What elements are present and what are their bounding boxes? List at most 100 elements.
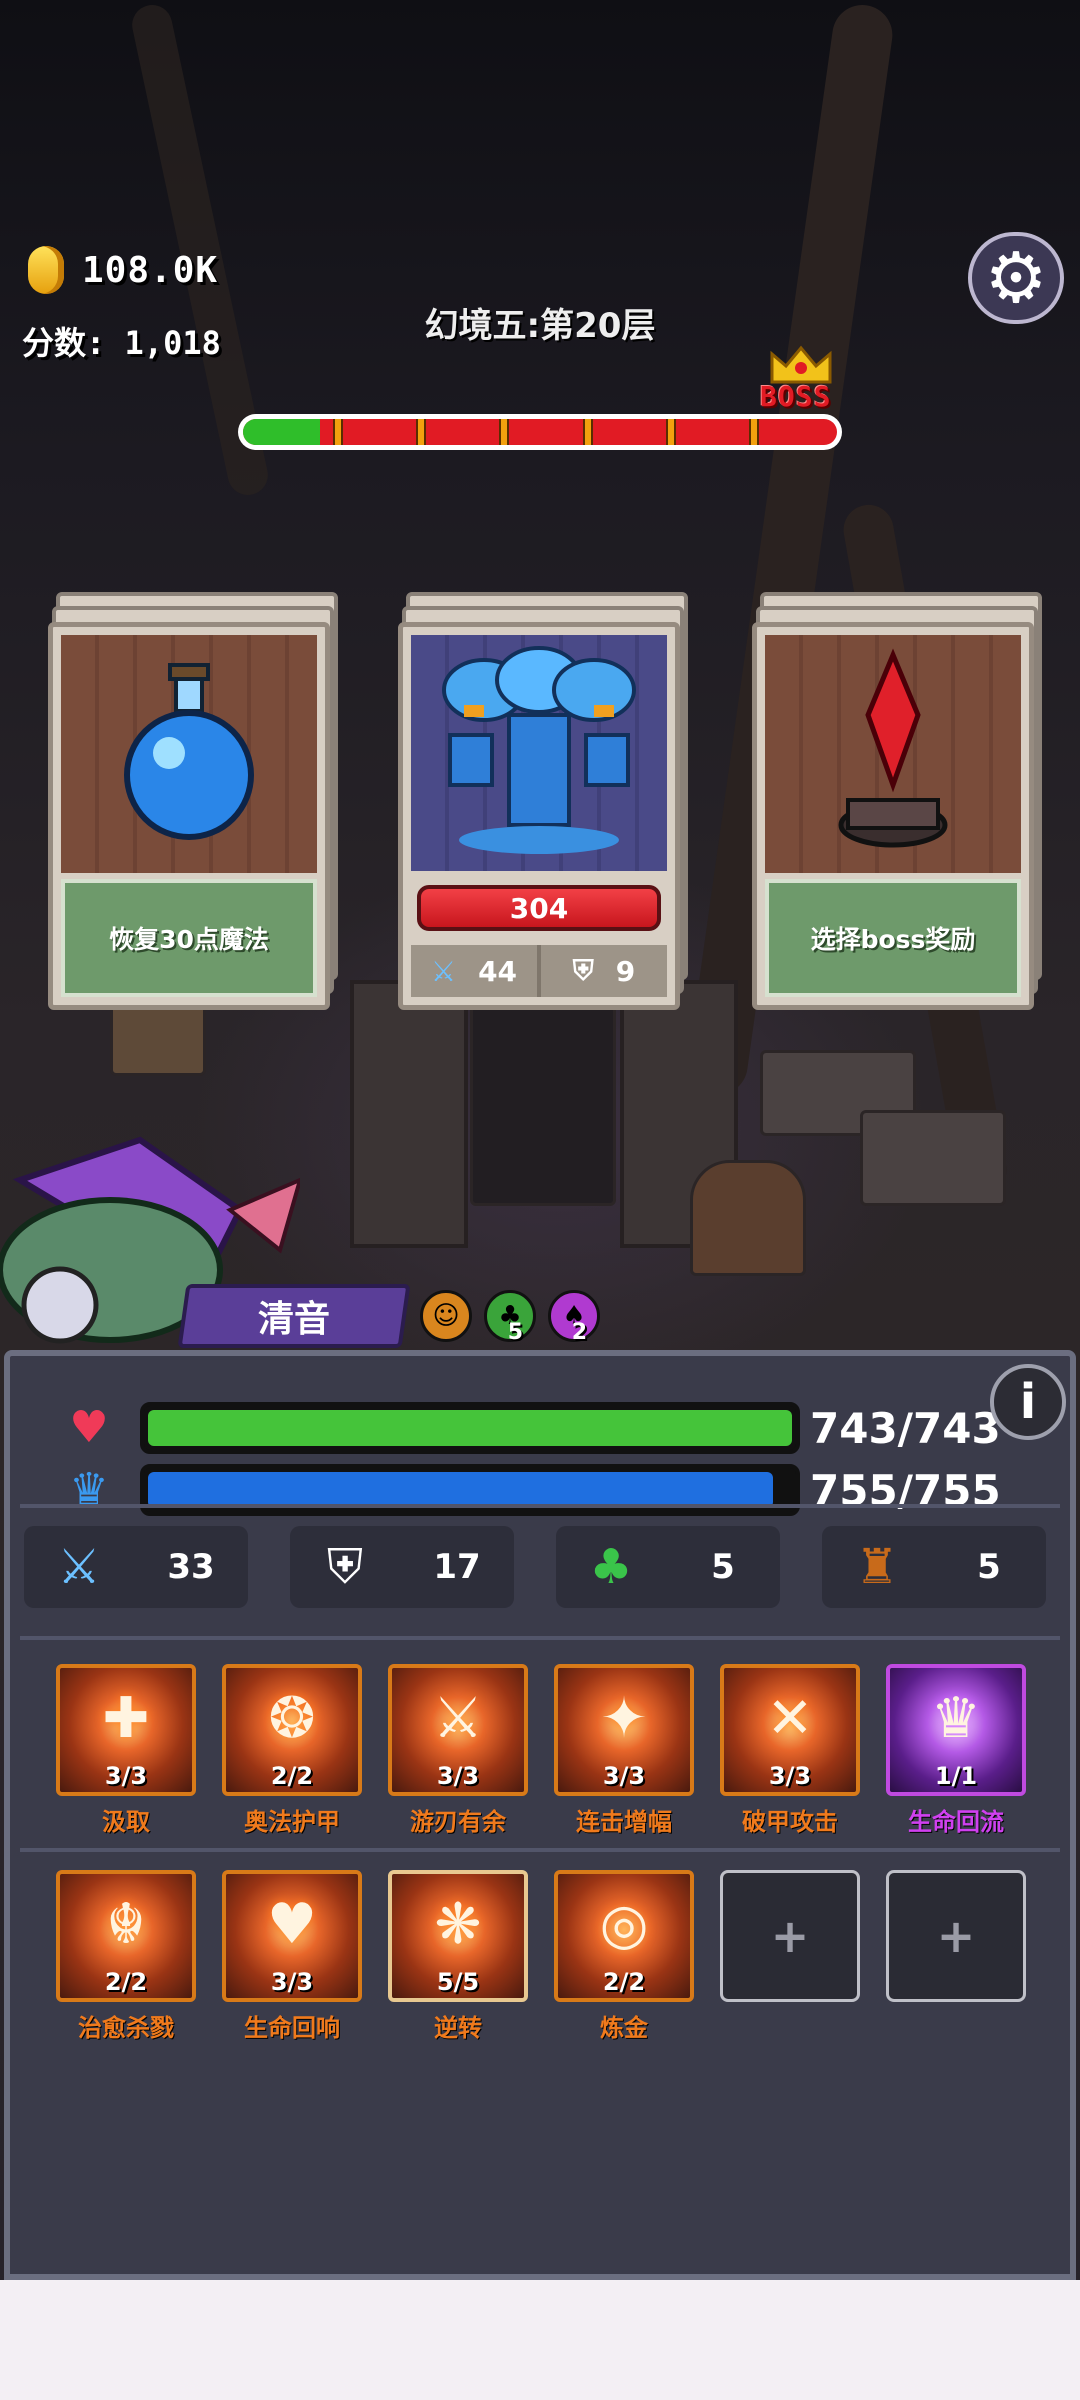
skill-name: 游刃有余 <box>410 1808 506 1836</box>
skill-slot[interactable]: ✚ 3/3 汲取 <box>56 1664 196 1837</box>
skill-icon: ♛ <box>930 1686 982 1751</box>
skill-icon: ☬ <box>106 1892 146 1957</box>
enemy-attack: 44 <box>478 954 518 988</box>
money-bag-icon: ♜ <box>855 1539 899 1595</box>
skill-slot[interactable]: ❂ 2/2 奥法护甲 <box>222 1664 362 1837</box>
skill-tile: ◎ 2/2 <box>554 1870 694 2002</box>
skill-count: 3/3 <box>270 1968 314 1996</box>
card-art <box>411 635 667 871</box>
skill-tile: ❂ 2/2 <box>222 1664 362 1796</box>
card-art <box>61 635 317 873</box>
progress-segment-marker <box>499 419 510 445</box>
hero-name-tag: 清音 <box>177 1284 411 1348</box>
floor-progress-bar <box>238 414 842 450</box>
skill-tile: ❋ 5/5 <box>388 1870 528 2002</box>
skill-count: 2/2 <box>602 1968 646 1996</box>
skill-icon: ◎ <box>599 1892 649 1957</box>
shield-icon: ⛨ <box>572 954 594 987</box>
ice-tree-monster-icon <box>442 646 636 854</box>
divider <box>20 1848 1060 1852</box>
skill-tile: ♥ 3/3 <box>222 1870 362 2002</box>
stat-luck[interactable]: ♣ 5 <box>556 1526 780 1608</box>
skill-slot[interactable]: ⚔ 3/3 游刃有余 <box>388 1664 528 1837</box>
skill-icon: ⚔ <box>432 1686 484 1751</box>
skill-name: 逆转 <box>434 2014 482 2042</box>
coin-icon <box>28 246 64 294</box>
skill-icon: ♥ <box>266 1892 318 1957</box>
dungeon-doorway <box>470 1000 616 1206</box>
skill-count: 1/1 <box>934 1762 978 1790</box>
enemy-defense: 9 <box>615 954 636 988</box>
skill-slot[interactable]: ☬ 2/2 治愈杀戮 <box>56 1870 196 2043</box>
skill-tile: ☬ 2/2 <box>56 1870 196 2002</box>
rock <box>860 1110 1006 1206</box>
skill-count: 3/3 <box>602 1762 646 1790</box>
hp-row: ♥ 743/743 <box>10 1394 1080 1454</box>
sword-icon: ⚔ <box>57 1539 101 1595</box>
skill-tile: ✦ 3/3 <box>554 1664 694 1796</box>
settings-button[interactable]: ⚙ <box>968 232 1064 324</box>
crown-icon <box>770 345 832 384</box>
skill-tile: ⚔ 3/3 <box>388 1664 528 1796</box>
divider <box>20 1636 1060 1640</box>
figure-buff-icon[interactable]: ☺ <box>420 1290 472 1342</box>
skill-count: 3/3 <box>436 1762 480 1790</box>
skill-slot[interactable]: ❋ 5/5 逆转 <box>388 1870 528 2043</box>
skill-slot[interactable]: ◎ 2/2 炼金 <box>554 1870 694 2043</box>
mushroom-debuff-icon[interactable]: ♠ 2 <box>548 1290 600 1345</box>
plus-icon: + <box>936 1909 976 1963</box>
progress-fill <box>243 419 321 445</box>
skill-count: 2/2 <box>270 1762 314 1790</box>
stat-defense[interactable]: ⛨ 17 <box>290 1526 514 1608</box>
skill-count: 3/3 <box>768 1762 812 1790</box>
info-icon: i <box>1019 1374 1037 1430</box>
stat-attack[interactable]: ⚔ 33 <box>24 1526 248 1608</box>
boss-label: BOSS <box>760 380 832 413</box>
buff-count: 2 <box>571 1320 587 1345</box>
card-enemy[interactable]: 304 ⚔ 44 ⛨ 9 <box>398 592 688 1010</box>
skill-count: 2/2 <box>104 1968 148 1996</box>
skill-name: 生命回响 <box>244 2014 340 2042</box>
plus-icon: + <box>770 1909 810 1963</box>
buff-count: 5 <box>507 1320 523 1345</box>
skill-name: 连击增幅 <box>576 1808 672 1836</box>
skill-icon: ❋ <box>434 1892 482 1957</box>
skill-name: 炼金 <box>600 2014 648 2042</box>
add-skill-slot[interactable]: + <box>720 1870 860 2002</box>
mana-potion-icon <box>124 663 254 840</box>
shield-icon: ⛨ <box>326 1538 363 1595</box>
card-label: 恢复30点魔法 <box>61 879 317 997</box>
mushroom-buff-icon[interactable]: ♣ 5 <box>484 1290 536 1345</box>
treasure-chest <box>690 1160 806 1276</box>
card-mana-potion[interactable]: 恢复30点魔法 <box>48 592 338 1010</box>
sword-icon: ⚔ <box>430 954 457 988</box>
skill-slot[interactable]: ✕ 3/3 破甲攻击 <box>720 1664 860 1837</box>
red-crystal-icon <box>838 648 948 848</box>
floor-title: 幻境五:第20层 <box>424 306 656 346</box>
enemy-hp: 304 <box>417 885 661 931</box>
mp-fill <box>148 1472 773 1508</box>
info-button[interactable]: i <box>990 1364 1066 1440</box>
skill-slot[interactable]: ♛ 1/1 生命回流 <box>886 1664 1026 1837</box>
stat-bag[interactable]: ♜ 5 <box>822 1526 1046 1608</box>
game-scene: 108.0K 分数: 1,018 幻境五:第20层 ⚙ BOSS 恢复30点魔法 <box>0 0 1080 2280</box>
skill-slot[interactable]: ✦ 3/3 连击增幅 <box>554 1664 694 1837</box>
card-boss-reward[interactable]: 选择boss奖励 <box>752 592 1042 1010</box>
skill-count: 3/3 <box>104 1762 148 1790</box>
skill-icon: ✦ <box>600 1686 648 1751</box>
defense-value: 17 <box>433 1547 481 1587</box>
heart-icon: ♥ <box>69 1401 109 1453</box>
add-skill-slot[interactable]: + <box>886 1870 1026 2002</box>
hp-value: 743/743 <box>810 1404 1001 1453</box>
progress-segment-marker <box>582 419 593 445</box>
skill-tile: ♛ 1/1 <box>886 1664 1026 1796</box>
skill-name: 汲取 <box>102 1808 150 1836</box>
progress-segment-marker <box>665 419 676 445</box>
skill-name: 奥法护甲 <box>244 1808 340 1836</box>
skill-count: 5/5 <box>436 1968 480 1996</box>
attack-value: 33 <box>167 1547 215 1587</box>
skill-slot[interactable]: ♥ 3/3 生命回响 <box>222 1870 362 2043</box>
skill-name: 治愈杀戮 <box>78 2014 174 2042</box>
hp-fill <box>148 1410 792 1446</box>
hp-bar <box>140 1402 800 1454</box>
